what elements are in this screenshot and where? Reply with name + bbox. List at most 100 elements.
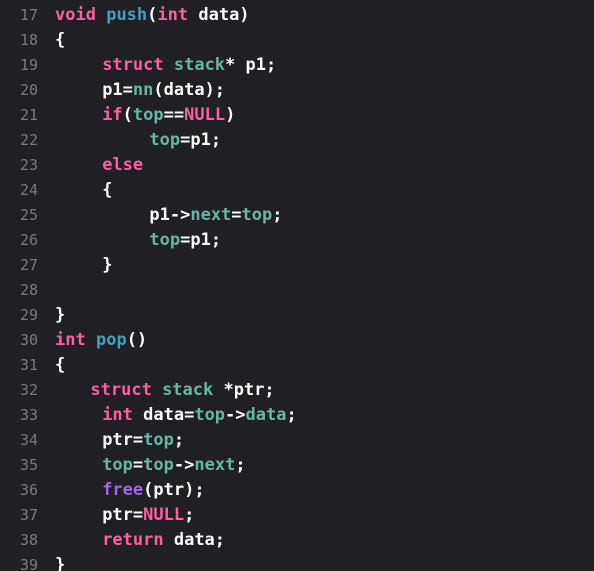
code-line[interactable]: 18 { bbox=[0, 28, 594, 53]
line-text: } bbox=[55, 553, 65, 571]
code-token: data) bbox=[188, 5, 250, 25]
code-line[interactable]: 32 struct stack *ptr; bbox=[0, 378, 594, 403]
code-token: ptr= bbox=[102, 505, 144, 525]
code-token: () bbox=[126, 330, 148, 350]
line-text: int data=top->data; bbox=[102, 403, 297, 428]
code-token: struct bbox=[90, 380, 152, 400]
line-number: 18 bbox=[19, 31, 38, 49]
code-token: nn bbox=[132, 80, 154, 100]
line-text: } bbox=[55, 303, 65, 328]
code-token: next bbox=[190, 205, 232, 225]
line-number: 25 bbox=[19, 206, 38, 224]
code-token: } bbox=[102, 255, 113, 275]
code-token: (ptr); bbox=[143, 480, 205, 500]
code-token: =p1; bbox=[180, 230, 222, 250]
line-number: 26 bbox=[19, 231, 38, 249]
line-text: ptr=top; bbox=[102, 428, 184, 453]
line-number: 20 bbox=[19, 81, 38, 99]
code-token: p1= bbox=[102, 80, 133, 100]
code-line[interactable]: 19 struct stack* p1; bbox=[0, 53, 594, 78]
code-line[interactable]: 30 int pop() bbox=[0, 328, 594, 353]
code-token: data bbox=[245, 405, 287, 425]
code-line[interactable]: 26 top=p1; bbox=[0, 228, 594, 253]
code-token: top bbox=[132, 105, 164, 125]
code-token: ) bbox=[225, 105, 236, 125]
code-line[interactable]: 39} bbox=[0, 553, 594, 571]
line-number: 27 bbox=[19, 256, 38, 274]
line-text: ptr=NULL; bbox=[102, 503, 194, 528]
code-token: -> bbox=[173, 455, 195, 475]
code-token: top bbox=[143, 455, 174, 475]
code-line[interactable]: 31 { bbox=[0, 353, 594, 378]
code-token: int bbox=[55, 330, 86, 350]
line-number: 38 bbox=[19, 531, 38, 549]
code-line[interactable]: 20 p1=nn(data); bbox=[0, 78, 594, 103]
code-token: free bbox=[102, 480, 144, 500]
code-token: *ptr; bbox=[213, 380, 275, 400]
code-token: top bbox=[143, 430, 174, 450]
code-token: (data); bbox=[153, 80, 226, 100]
line-number: 24 bbox=[19, 181, 38, 199]
code-token: -> bbox=[225, 405, 246, 425]
code-token: stack bbox=[162, 380, 214, 400]
code-token: if bbox=[102, 105, 123, 125]
code-line[interactable]: 35 top=top->next; bbox=[0, 453, 594, 478]
code-token: NULL bbox=[184, 105, 226, 125]
code-line[interactable]: 17 void push(int data) bbox=[0, 3, 594, 28]
code-line[interactable]: 25 p1->next=top; bbox=[0, 203, 594, 228]
line-text: void push(int data) bbox=[55, 3, 250, 28]
code-line[interactable]: 24 { bbox=[0, 178, 594, 203]
line-text: struct stack *ptr; bbox=[90, 378, 274, 403]
line-number: 17 bbox=[19, 6, 38, 24]
line-number: 32 bbox=[19, 381, 38, 399]
line-number: 22 bbox=[19, 131, 38, 149]
line-text: top=p1; bbox=[149, 228, 221, 253]
code-line[interactable]: 34 ptr=top; bbox=[0, 428, 594, 453]
code-line[interactable]: 27} bbox=[0, 253, 594, 278]
line-text: { bbox=[102, 178, 112, 203]
line-number: 36 bbox=[19, 481, 38, 499]
code-editor[interactable]: 17 void push(int data) 18 {19 struct stack* … bbox=[0, 0, 594, 571]
code-token: { bbox=[55, 30, 66, 50]
code-token: ptr= bbox=[102, 430, 144, 450]
line-text: { bbox=[55, 353, 65, 378]
code-token: = bbox=[132, 455, 144, 475]
line-text: p1=nn(data); bbox=[102, 78, 225, 103]
code-line[interactable]: 28 bbox=[0, 278, 594, 303]
code-line[interactable]: 36 free(ptr); bbox=[0, 478, 594, 503]
code-token: } bbox=[55, 305, 66, 325]
line-text: { bbox=[55, 28, 65, 53]
code-token: ( bbox=[147, 5, 158, 25]
code-line[interactable]: 38 return data; bbox=[0, 528, 594, 553]
code-line[interactable]: 21 if(top==NULL) bbox=[0, 103, 594, 128]
code-line[interactable]: 33 int data=top->data; bbox=[0, 403, 594, 428]
code-line[interactable]: 29} bbox=[0, 303, 594, 328]
line-number: 28 bbox=[19, 281, 38, 299]
line-number: 35 bbox=[19, 456, 38, 474]
code-token: next bbox=[194, 455, 236, 475]
code-token: ( bbox=[122, 105, 133, 125]
code-line[interactable]: 37 ptr=NULL; bbox=[0, 503, 594, 528]
line-text: } bbox=[102, 253, 112, 278]
line-number: 31 bbox=[19, 356, 38, 374]
line-text: p1->next=top; bbox=[149, 203, 282, 228]
code-token: ; bbox=[184, 505, 195, 525]
line-number: 21 bbox=[19, 106, 38, 124]
code-token: top bbox=[241, 205, 273, 225]
code-token: stack bbox=[173, 55, 226, 75]
code-token: data= bbox=[132, 405, 195, 425]
code-token: else bbox=[102, 155, 144, 175]
code-token: = bbox=[231, 205, 242, 225]
code-line[interactable]: 23 else bbox=[0, 153, 594, 178]
code-token: void bbox=[55, 5, 96, 25]
code-token: { bbox=[102, 180, 113, 200]
code-area[interactable]: 17 void push(int data) 18 {19 struct stack* … bbox=[0, 3, 594, 571]
code-line[interactable]: 22 top=p1; bbox=[0, 128, 594, 153]
code-token: } bbox=[55, 555, 66, 571]
code-token: data; bbox=[163, 530, 226, 550]
line-number: 30 bbox=[19, 331, 38, 349]
